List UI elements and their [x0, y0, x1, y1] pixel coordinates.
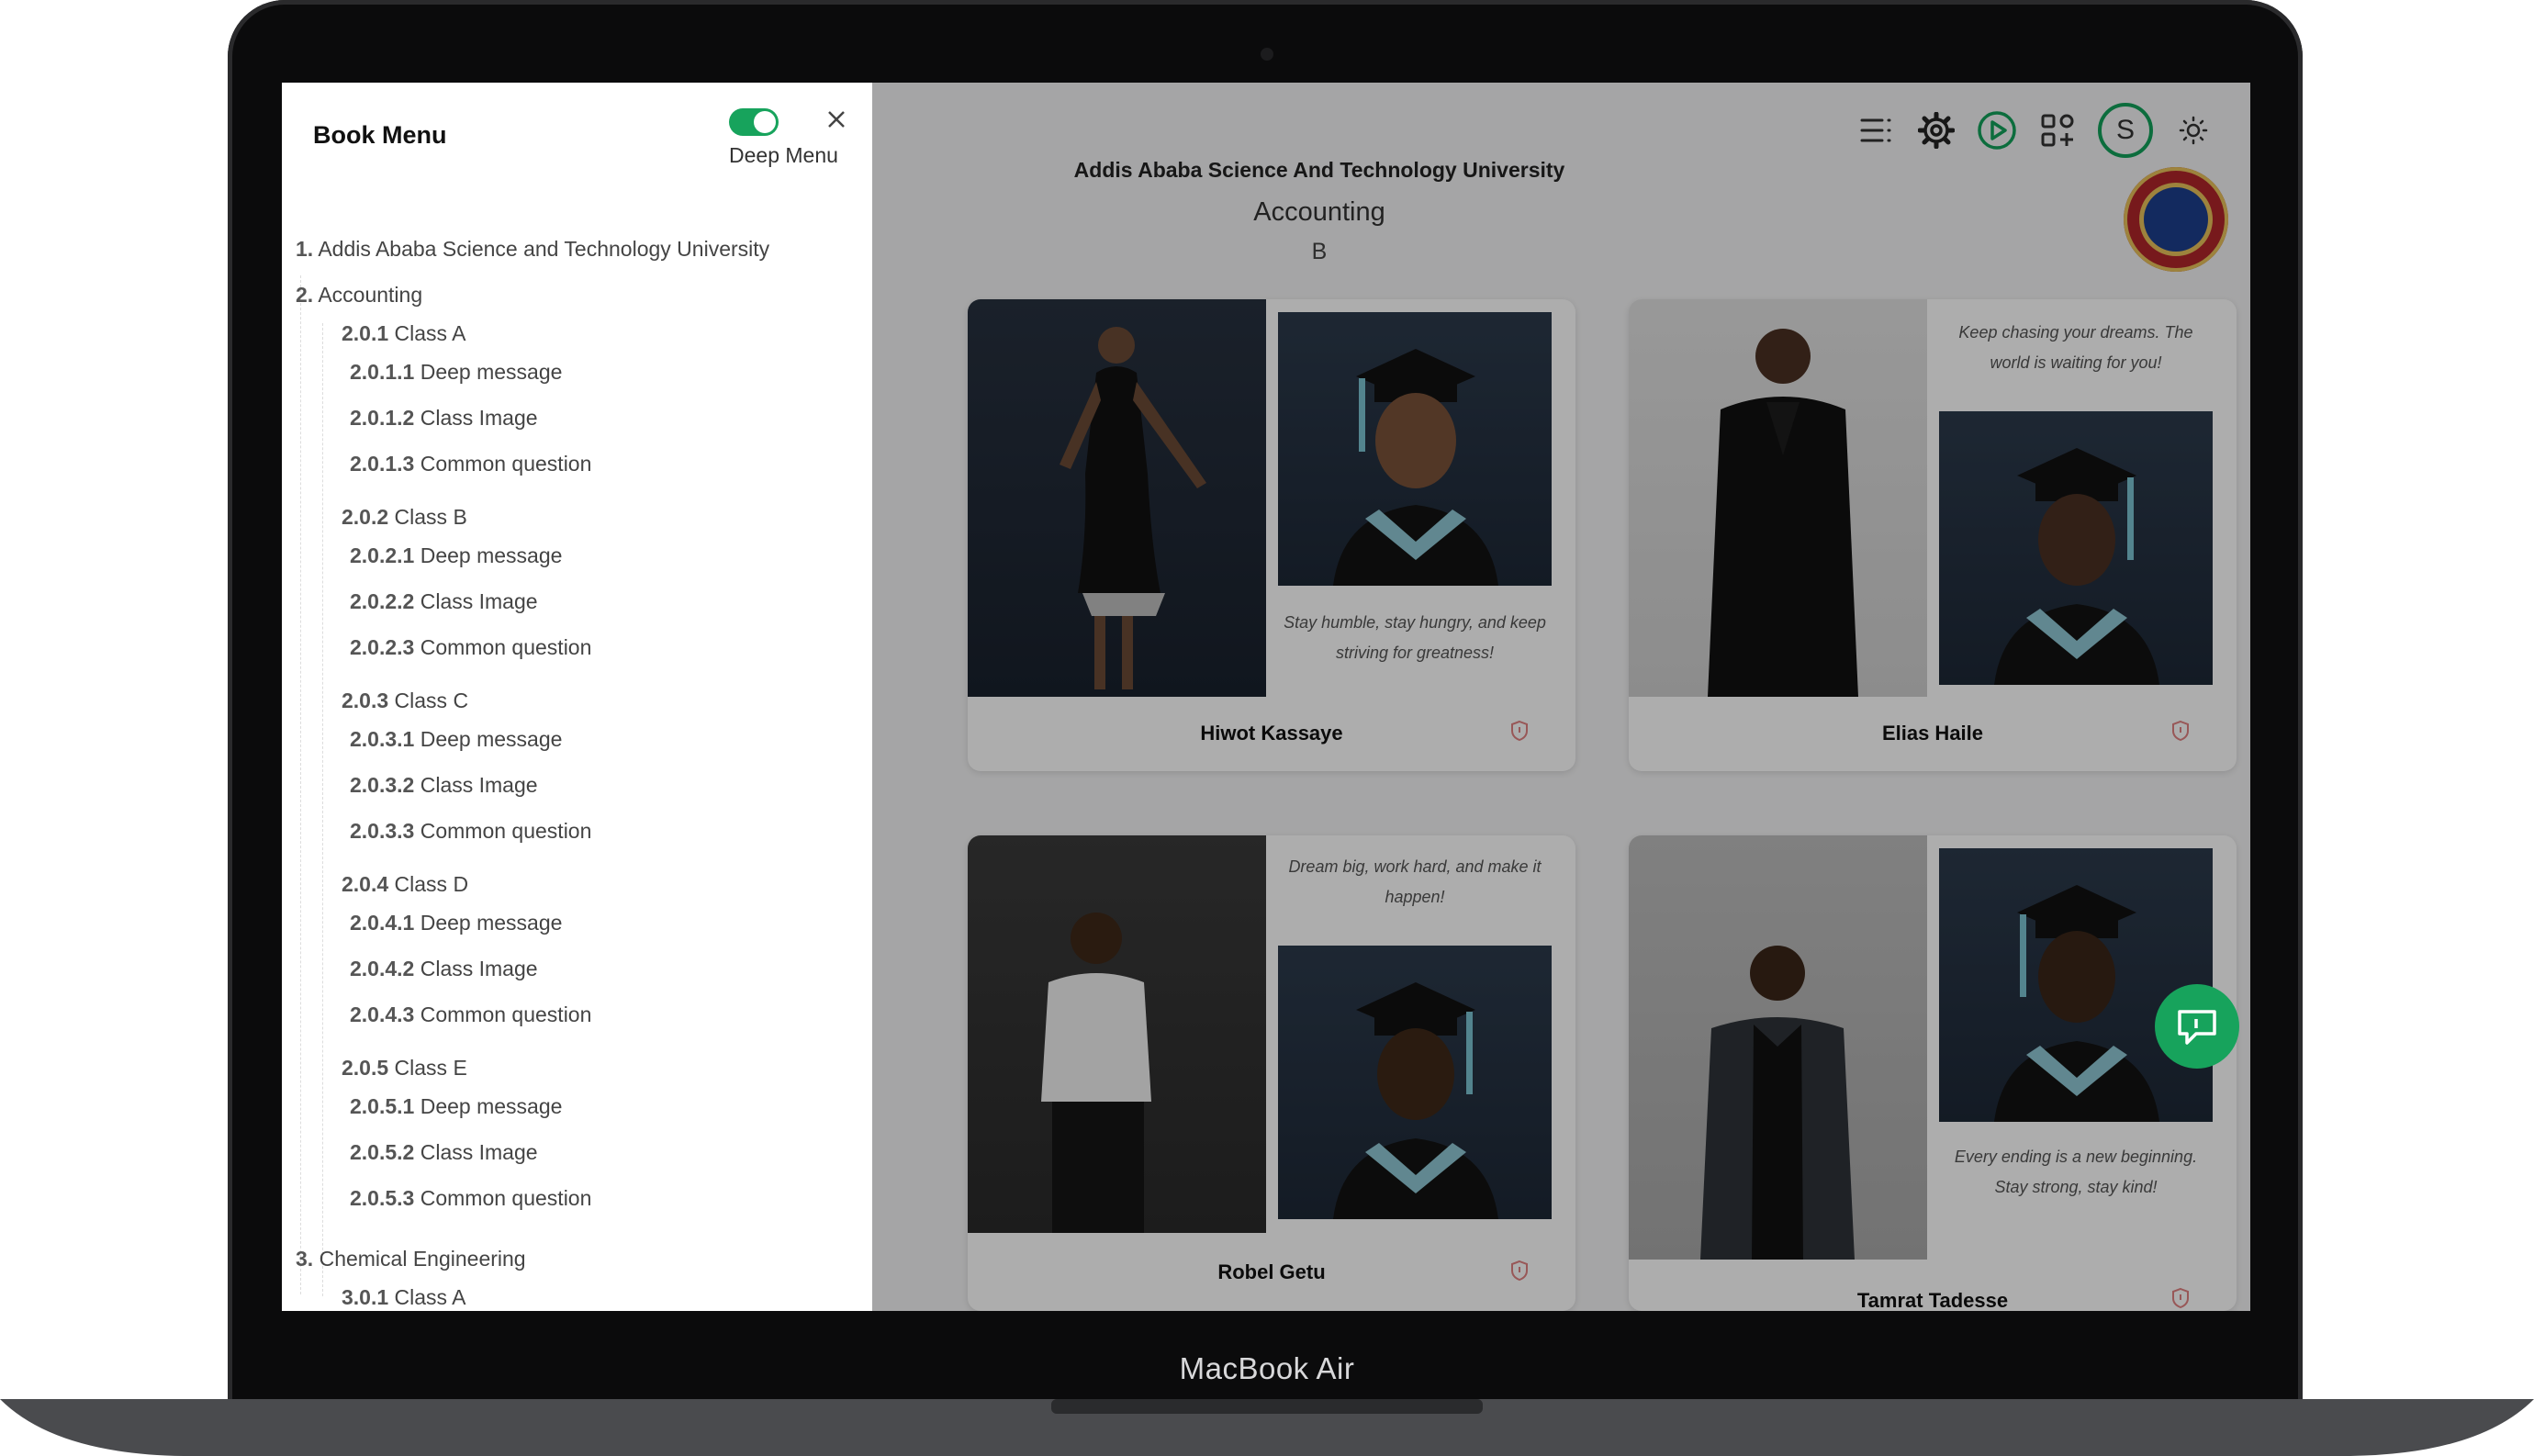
menu-item-number: 3.0.1: [342, 1285, 389, 1309]
menu-item-label: Class B: [394, 505, 467, 529]
menu-item[interactable]: 3. Chemical Engineering: [296, 1247, 526, 1271]
menu-item-number: 2.0.1.3: [350, 452, 415, 476]
menu-item-label: Class Image: [420, 589, 538, 613]
menu-item[interactable]: 2.0.5.1 Deep message: [350, 1094, 562, 1119]
menu-item-number: 2.0.3.2: [350, 773, 415, 797]
menu-item[interactable]: 2.0.1.1 Deep message: [350, 360, 562, 385]
menu-item-label: Common question: [420, 452, 592, 476]
menu-item[interactable]: 2.0.2.2 Class Image: [350, 589, 538, 614]
menu-item[interactable]: 2.0.4.3 Common question: [350, 1002, 591, 1027]
menu-item[interactable]: 2.0.2.1 Deep message: [350, 543, 562, 568]
device-label: MacBook Air: [1179, 1351, 1355, 1385]
menu-item-label: Accounting: [318, 283, 423, 307]
menu-item[interactable]: 2.0.4.1 Deep message: [350, 911, 562, 935]
laptop-base: [0, 1399, 2534, 1456]
menu-item-label: Deep message: [420, 1094, 563, 1118]
menu-item-label: Class Image: [420, 1140, 538, 1164]
close-icon[interactable]: [824, 106, 849, 132]
menu-item-number: 2.0.1: [342, 321, 389, 345]
menu-item-number: 2.0.5.1: [350, 1094, 415, 1118]
menu-item-label: Chemical Engineering: [319, 1247, 526, 1271]
menu-item-label: Deep message: [420, 360, 563, 384]
menu-item-label: Common question: [420, 819, 592, 843]
menu-item[interactable]: 2.0.3 Class C: [342, 689, 468, 713]
menu-item-number: 2.0.1.2: [350, 406, 415, 430]
menu-item-number: 2.0.3.1: [350, 727, 415, 751]
menu-item-label: Deep message: [420, 543, 563, 567]
menu-item[interactable]: 2.0.3.3 Common question: [350, 819, 591, 844]
menu-item[interactable]: 2. Accounting: [296, 283, 422, 308]
menu-item-label: Class D: [394, 872, 469, 896]
tree-guide-line: [300, 275, 301, 1294]
menu-item-number: 2.0.2.1: [350, 543, 415, 567]
menu-item-label: Common question: [420, 635, 592, 659]
menu-item[interactable]: 2.0.3.2 Class Image: [350, 773, 538, 798]
book-assistant-button[interactable]: [2155, 984, 2239, 1069]
menu-item-number: 2.0.2: [342, 505, 389, 529]
panel-title: Book Menu: [313, 121, 447, 149]
menu-item[interactable]: 2.0.4.2 Class Image: [350, 957, 538, 981]
menu-item[interactable]: 2.0.2 Class B: [342, 505, 467, 530]
book-menu-panel: Book Menu Deep Menu 1. Addis Ababa Scien…: [282, 83, 872, 1311]
menu-item-label: Class E: [394, 1056, 467, 1080]
menu-item-number: 3.: [296, 1247, 314, 1271]
chat-bubble-icon: [2178, 1010, 2216, 1045]
menu-item[interactable]: 2.0.4 Class D: [342, 872, 468, 897]
menu-item-number: 2.0.2.2: [350, 589, 415, 613]
menu-item[interactable]: 3.0.1 Class A: [342, 1285, 466, 1310]
camera: [1261, 48, 1273, 61]
menu-item-label: Class Image: [420, 406, 538, 430]
menu-item-number: 2.0.5.3: [350, 1186, 415, 1210]
menu-item[interactable]: 2.0.1 Class A: [342, 321, 466, 346]
menu-item-label: Common question: [420, 1002, 592, 1026]
menu-item-number: 1.: [296, 237, 314, 261]
menu-item-number: 2.: [296, 283, 314, 307]
menu-item[interactable]: 2.0.3.1 Deep message: [350, 727, 562, 752]
menu-item-label: Deep message: [420, 911, 563, 935]
menu-item-label: Deep message: [420, 727, 563, 751]
menu-item[interactable]: 2.0.1.2 Class Image: [350, 406, 538, 431]
deep-menu-label: Deep Menu: [729, 143, 838, 167]
menu-item[interactable]: 2.0.5 Class E: [342, 1056, 467, 1081]
menu-item-label: Class Image: [420, 773, 538, 797]
menu-item[interactable]: 2.0.5.2 Class Image: [350, 1140, 538, 1165]
menu-item-number: 2.0.4.2: [350, 957, 415, 980]
menu-item-label: Class Image: [420, 957, 538, 980]
menu-item-number: 2.0.5.2: [350, 1140, 415, 1164]
tree-guide-line: [322, 323, 323, 1296]
menu-item-label: Class A: [394, 321, 466, 345]
menu-item-label: Addis Ababa Science and Technology Unive…: [318, 237, 770, 261]
menu-item-number: 2.0.1.1: [350, 360, 415, 384]
menu-item-number: 2.0.4: [342, 872, 389, 896]
menu-item-label: Class C: [394, 689, 469, 712]
menu-item[interactable]: 1. Addis Ababa Science and Technology Un…: [296, 237, 769, 262]
menu-item-label: Common question: [420, 1186, 592, 1210]
menu-item-label: Class A: [394, 1285, 466, 1309]
screen: S Addis Ababa Science And Technology Uni…: [282, 83, 2250, 1311]
menu-item-number: 2.0.2.3: [350, 635, 415, 659]
menu-item[interactable]: 2.0.2.3 Common question: [350, 635, 591, 660]
deep-menu-toggle[interactable]: [729, 108, 779, 136]
menu-item-number: 2.0.3.3: [350, 819, 415, 843]
menu-item-number: 2.0.3: [342, 689, 389, 712]
menu-item-number: 2.0.4.1: [350, 911, 415, 935]
menu-item-number: 2.0.5: [342, 1056, 389, 1080]
menu-item-number: 2.0.4.3: [350, 1002, 415, 1026]
menu-item[interactable]: 2.0.1.3 Common question: [350, 452, 591, 476]
menu-item[interactable]: 2.0.5.3 Common question: [350, 1186, 591, 1211]
